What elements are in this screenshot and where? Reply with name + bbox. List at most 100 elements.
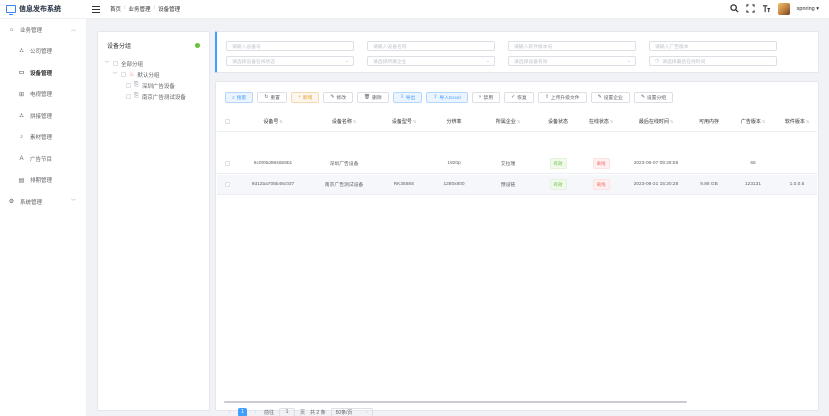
avatar[interactable] (777, 3, 790, 15)
col-device-model[interactable]: 设备型号⇅ (379, 118, 429, 125)
col-enterprise[interactable]: 所属企业⇅ (479, 118, 537, 125)
tree-checkbox[interactable] (126, 94, 131, 99)
table-row[interactable]: 9d12ba708b48c037 南京广告测试设备 RK3568S 1280x8… (217, 175, 817, 195)
enterprise-select[interactable]: 请选择所属企业 ⌄ (367, 56, 495, 66)
col-online-status[interactable]: 在线状态⇅ (579, 118, 623, 125)
set-enterprise-button[interactable]: ✎ 设置企业 (590, 92, 630, 103)
tree-title: 设备分组 (107, 43, 132, 50)
select-all-checkbox[interactable] (224, 119, 230, 124)
row-checkbox[interactable] (224, 182, 230, 187)
page-number[interactable]: 1 (238, 407, 247, 416)
set-group-button[interactable]: ✎ 设置分组 (633, 92, 674, 103)
tree-checkbox[interactable] (121, 72, 126, 77)
upload-upgrade-button[interactable]: ⇧ 上传升级文件 (537, 92, 587, 103)
breadcrumb-business[interactable]: 业务管理 (129, 5, 151, 13)
device-icon: ⎘ (134, 93, 139, 99)
chevron-down-icon[interactable]: ﹀ (104, 60, 110, 67)
toolbar: ⌕ 搜索 ↻ 重置 + 新增 ✎ 修改 🗑︎ 删除 ⇩ 导出 ⇧ 导入Excel × 禁用 ✓ 恢… (225, 92, 674, 103)
status-badge: 离线 (592, 179, 610, 190)
delete-button[interactable]: 🗑︎ 删除 (357, 92, 389, 103)
sidebar-item-tv[interactable]: ⊞ 电视管理 (0, 84, 86, 106)
chevron-down-icon: ⌄ (485, 58, 490, 64)
col-last-online[interactable]: 最后在线时间⇅ (623, 118, 689, 125)
edit-button[interactable]: ✎ 修改 (323, 92, 353, 103)
last-online-time-picker[interactable]: ◷ 请选择最后在线时间 (649, 56, 777, 66)
sidebar-item-material[interactable]: ♪ 素材管理 (0, 127, 86, 149)
settings-icon: ⚙ (8, 199, 15, 206)
page-size-select[interactable]: 50条/页 ⌄ (330, 407, 373, 416)
col-device-name[interactable]: 设备名称⇅ (309, 118, 379, 125)
status-badge: 有效 (549, 179, 567, 190)
online-status-select[interactable]: 请选择设备在线状态 ⌄ (226, 56, 354, 66)
sidebar-item-splice[interactable]: ⛼ 拼接管理 (0, 105, 86, 127)
device-no-input[interactable]: 请输入设备号 (226, 41, 354, 51)
music-icon: ♪ (20, 134, 23, 141)
search-icon: ⌕ (232, 95, 235, 101)
chevron-down-icon: ⌄ (626, 58, 631, 64)
import-excel-button[interactable]: ⇧ 导入Excel (426, 92, 468, 103)
page-unit-label: 页 (300, 409, 306, 416)
status-badge: 离线 (592, 158, 610, 169)
plus-icon: + (297, 95, 301, 100)
breadcrumb: 首页 / 业务管理 / 设备管理 (110, 5, 181, 13)
breadcrumb-home[interactable]: 首页 (110, 5, 121, 13)
sidebar-item-company[interactable]: ⛼ 公司管理 (0, 41, 86, 63)
horizontal-scrollbar[interactable] (224, 401, 687, 403)
tv-icon: ⊞ (18, 91, 25, 98)
chevron-down-icon: ⌄ (364, 409, 369, 415)
reset-button[interactable]: ↻ 重置 (257, 92, 287, 103)
search-button[interactable]: ⌕ 搜索 (225, 92, 254, 103)
export-button[interactable]: ⇩ 导出 (392, 92, 423, 103)
app-logo: 信息发布系统 (0, 4, 87, 15)
tree-checkbox[interactable] (113, 61, 118, 66)
col-device-status: 设备状态 (547, 119, 568, 125)
chevron-down-icon[interactable]: ﹀ (112, 71, 118, 78)
col-ad-version[interactable]: 广告版本⇅ (729, 118, 777, 125)
tree-node-root[interactable]: ﹀ 全部分组 (98, 58, 209, 69)
tree-node-group[interactable]: ﹀ ♨ 默认分组 (98, 69, 209, 80)
sidebar-item-ad-program[interactable]: A 广告节目 (0, 148, 86, 170)
restore-button[interactable]: ✓ 恢复 (504, 92, 534, 103)
sidebar-item-business[interactable]: ⌂ 业务管理 ︿ (0, 19, 86, 41)
tree-checkbox[interactable] (126, 83, 131, 88)
col-software-version[interactable]: 软件版本⇅ (777, 118, 817, 125)
tree-node-device[interactable]: ⎘ 南京广告测试设备 (98, 91, 209, 102)
next-page-icon[interactable]: › (252, 408, 259, 416)
device-name-input[interactable]: 请输入设备名称 (367, 41, 495, 51)
chevron-up-icon: ︿ (70, 27, 76, 34)
add-button[interactable]: + 新增 (290, 92, 320, 103)
top-header: 信息发布系统 首页 / 业务管理 / 设备管理 spnring ▾ (0, 0, 829, 19)
pagination: ‹ 1 › 前往 1 页 共 2 条 50条/页 ⌄ (226, 407, 373, 416)
software-version-input[interactable]: 请输入软件版本号 (508, 41, 636, 51)
ad-version-input[interactable]: 请输入广告版本 (649, 41, 777, 51)
device-valid-select[interactable]: 请选择设备有效 ⌄ (508, 56, 636, 66)
search-icon[interactable] (729, 3, 739, 15)
refresh-icon: ↻ (264, 95, 269, 100)
ad-icon: A (19, 155, 24, 162)
sidebar-item-system[interactable]: ⚙ 系统管理 ﹀ (0, 191, 86, 213)
row-checkbox[interactable] (224, 161, 230, 166)
org-icon: ⛼ (19, 48, 24, 55)
username[interactable]: spnring ▾ (797, 6, 819, 12)
prev-page-icon[interactable]: ‹ (226, 408, 233, 416)
col-resolution: 分辨率 (446, 119, 462, 125)
close-icon: × (478, 95, 482, 100)
col-memory: 可用内存 (698, 119, 719, 125)
tree-node-device[interactable]: ⎘ 深圳广告设备 (98, 80, 209, 91)
fullscreen-icon[interactable] (746, 3, 755, 15)
table-row[interactable]: 9c0f05d9846b8b1 深圳广告设备 1920p 艾拉瑞 有效 离线 2… (217, 154, 817, 174)
sidebar-item-schedule[interactable]: ▤ 排期管理 (0, 170, 86, 192)
col-device-no[interactable]: 设备号⇅ (237, 118, 309, 125)
disable-button[interactable]: × 禁用 (471, 92, 501, 103)
sidebar-item-device[interactable]: ▭ 设备管理 (0, 62, 86, 84)
filter-panel: 请输入设备号 请输入设备名称 请输入软件版本号 请输入广告版本 请选择设备在线状… (215, 31, 819, 73)
menu-toggle-icon[interactable] (92, 5, 100, 13)
schedule-icon: ▤ (18, 177, 25, 184)
main-content: 设备分组 ﹀ 全部分组 ﹀ ♨ 默认分组 ⎘ 深圳广告设备 ⎘ 南京广告测试设备… (87, 19, 829, 416)
status-badge: 有效 (549, 158, 567, 169)
font-size-icon[interactable] (762, 4, 771, 15)
splice-icon: ⛼ (19, 112, 24, 119)
edit-icon: ✎ (640, 95, 645, 100)
goto-page-input[interactable]: 1 (279, 407, 296, 416)
chevron-down-icon: ﹀ (70, 199, 76, 206)
